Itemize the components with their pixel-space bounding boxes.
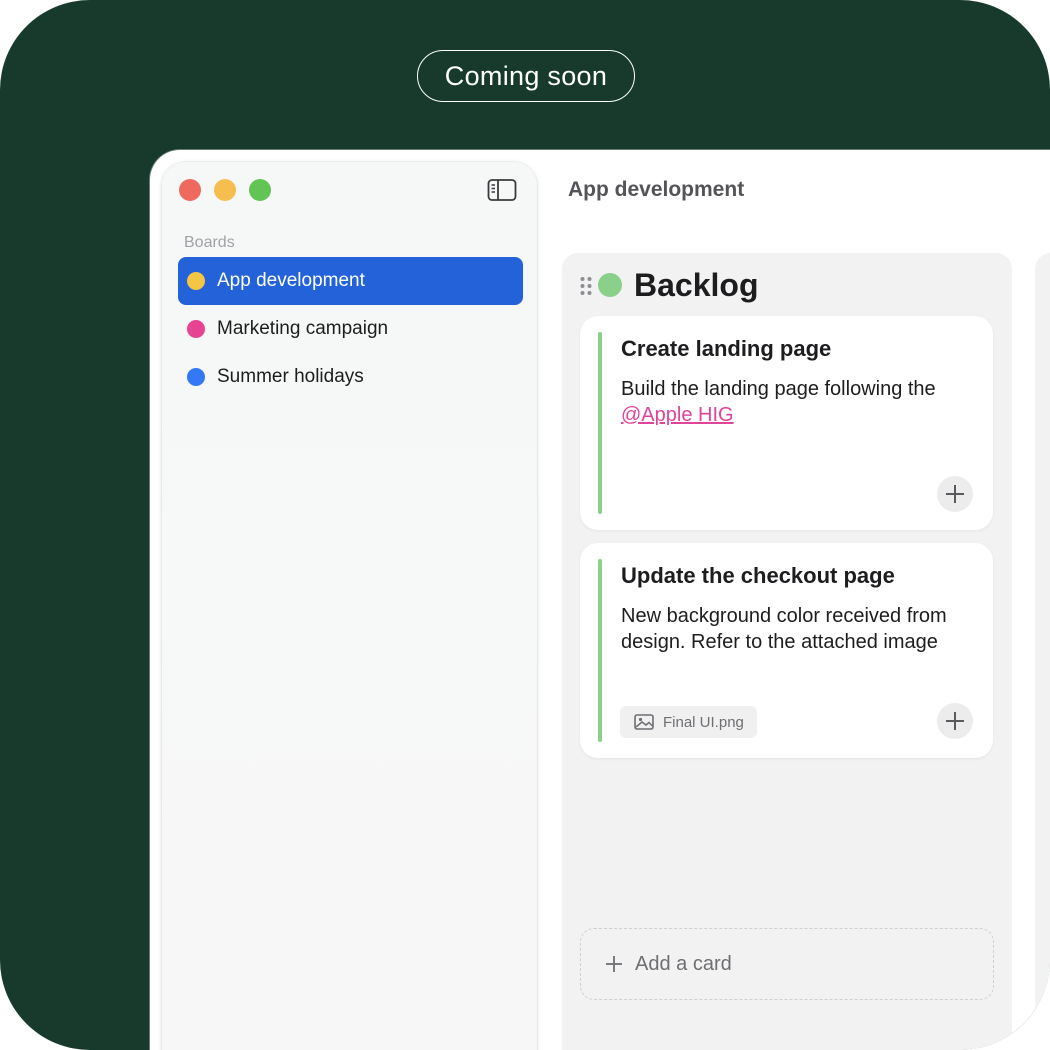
card-title: Create landing page xyxy=(621,336,832,361)
attachment-chip[interactable]: Final UI.png xyxy=(620,706,757,738)
sidebar: Boards App development Marketing campaig… xyxy=(162,162,537,1050)
sidebar-item-summer-holidays[interactable]: Summer holidays xyxy=(178,353,523,401)
boards-section-label: Boards xyxy=(184,234,235,251)
card-description: New background color received from desig… xyxy=(621,605,947,653)
board-color-dot xyxy=(187,368,205,386)
card-add-button[interactable] xyxy=(937,703,973,739)
app-window: Boards App development Marketing campaig… xyxy=(150,150,1050,1050)
plus-icon xyxy=(946,712,964,730)
card-color-stripe xyxy=(598,332,602,514)
add-card-label: Add a card xyxy=(635,952,732,975)
board-color-dot xyxy=(187,320,205,338)
sidebar-item-marketing-campaign[interactable]: Marketing campaign xyxy=(178,305,523,353)
board-color-dot xyxy=(187,272,205,290)
card-color-stripe xyxy=(598,559,602,742)
drag-handle-icon[interactable] xyxy=(579,275,593,297)
sidebar-item-label: Marketing campaign xyxy=(217,318,389,339)
minimize-window-button[interactable] xyxy=(214,179,236,201)
coming-soon-badge: Coming soon xyxy=(417,50,635,102)
plus-icon xyxy=(605,955,623,973)
column-color-dot xyxy=(598,273,622,297)
next-column xyxy=(1035,253,1050,1050)
card-add-button[interactable] xyxy=(937,476,973,512)
page-title: App development xyxy=(568,178,745,201)
card-update-checkout-page[interactable]: Update the checkout page New background … xyxy=(580,543,993,758)
mention-link[interactable]: @Apple HIG xyxy=(621,404,734,426)
sidebar-toggle-icon[interactable] xyxy=(487,178,517,202)
card-title: Update the checkout page xyxy=(621,563,895,588)
image-icon xyxy=(634,714,654,730)
card-description: Build the landing page following the @Ap… xyxy=(621,376,981,428)
background-frame: Coming soon Boards App development Marke… xyxy=(0,0,1050,1050)
card-create-landing-page[interactable]: Create landing page Build the landing pa… xyxy=(580,316,993,530)
sidebar-item-app-development[interactable]: App development xyxy=(178,257,523,305)
plus-icon xyxy=(946,485,964,503)
add-card-button[interactable]: Add a card xyxy=(580,928,994,1000)
attachment-filename: Final UI.png xyxy=(663,713,744,731)
backlog-column: Backlog Create landing page Build the la… xyxy=(562,253,1012,1050)
column-title: Backlog xyxy=(634,267,759,303)
zoom-window-button[interactable] xyxy=(249,179,271,201)
sidebar-item-label: Summer holidays xyxy=(217,366,364,387)
close-window-button[interactable] xyxy=(179,179,201,201)
sidebar-item-label: App development xyxy=(217,270,365,291)
card-description-text: Build the landing page following the xyxy=(621,378,936,400)
